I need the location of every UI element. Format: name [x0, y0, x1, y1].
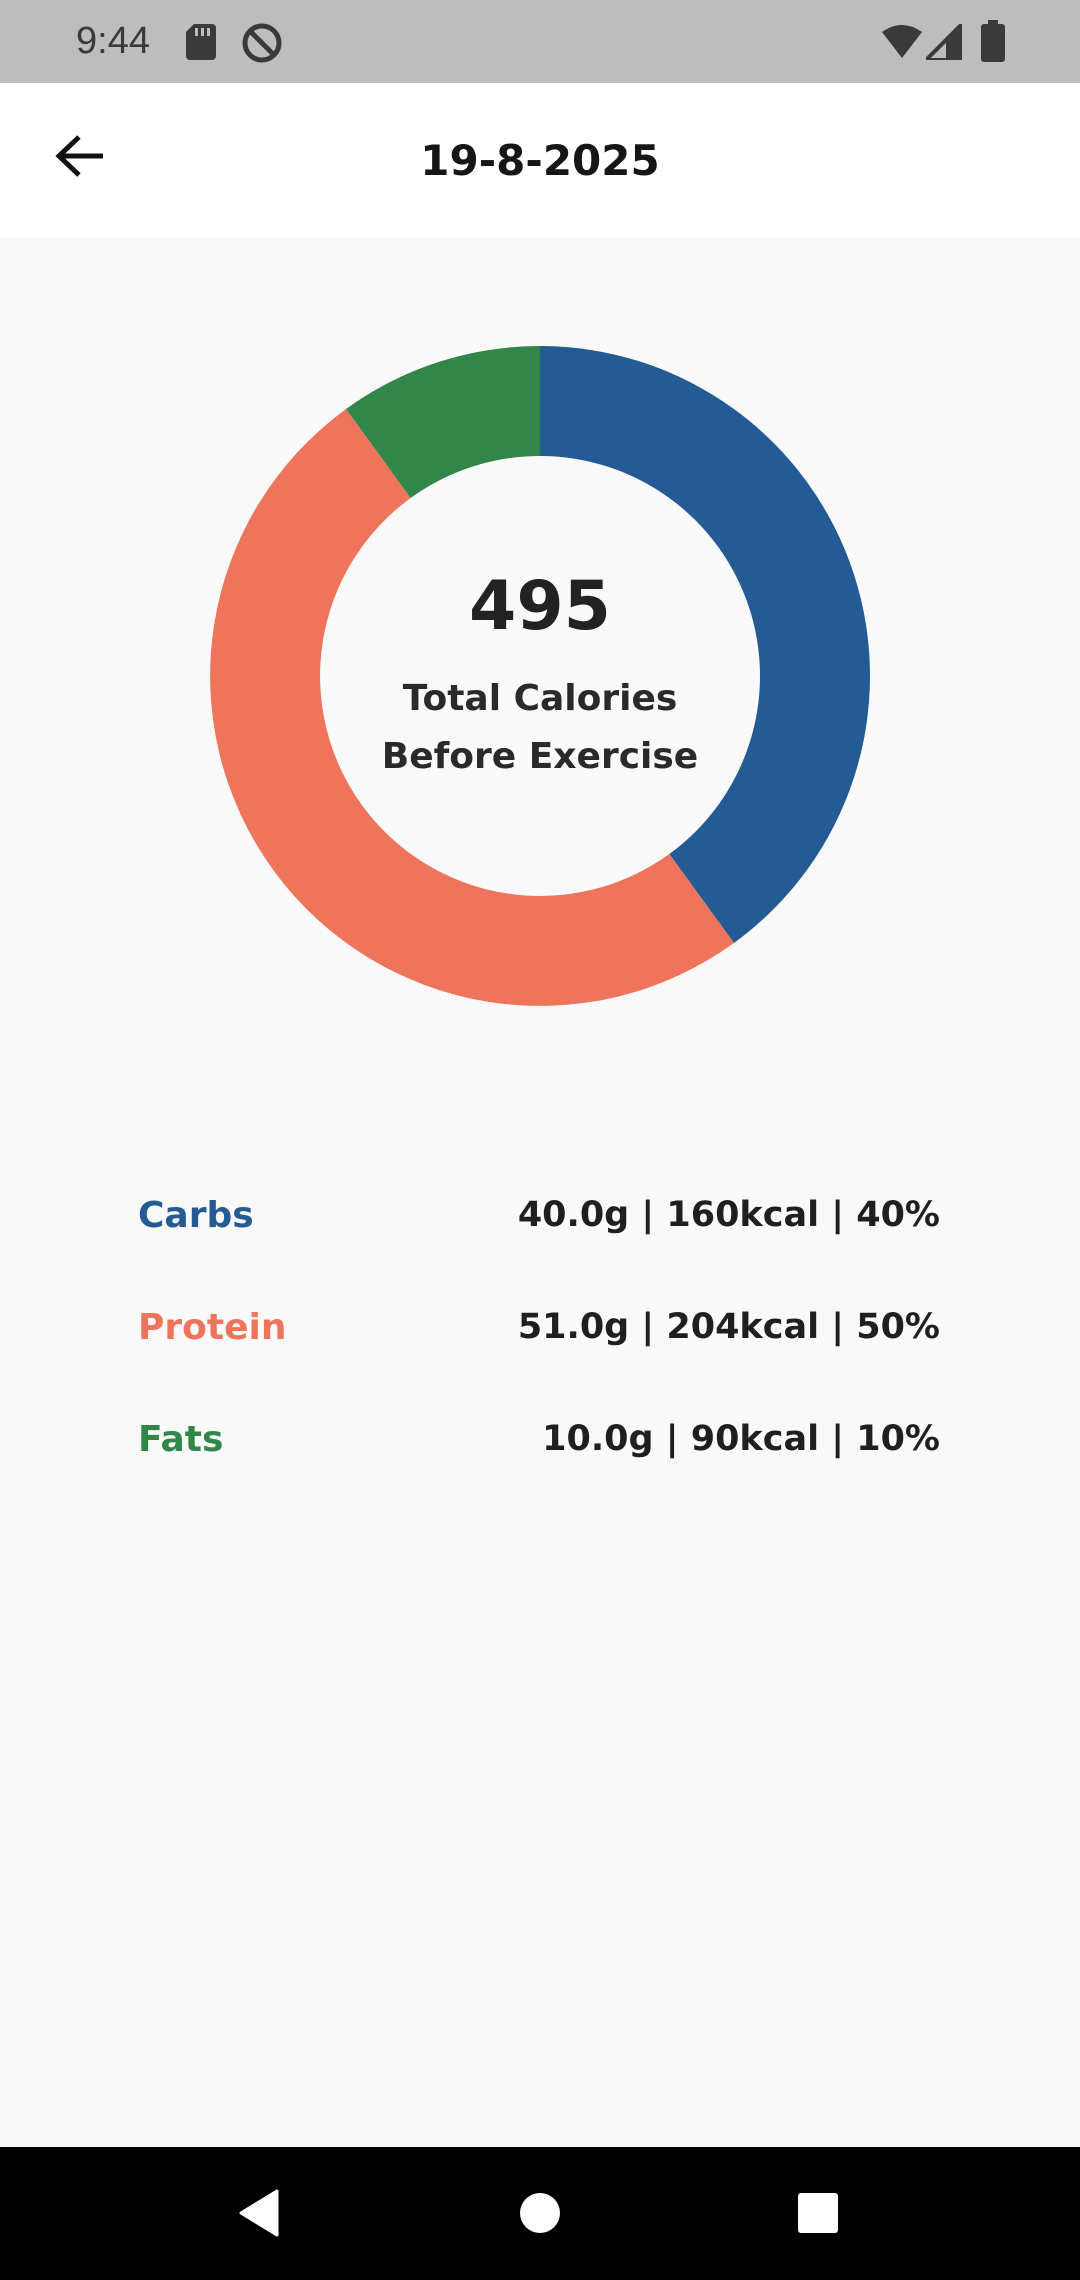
caption-line-2: Before Exercise — [381, 736, 699, 777]
macro-name-protein: Protein — [138, 1306, 287, 1348]
total-calories-value: 495 — [469, 567, 611, 646]
arrow-left-icon — [55, 135, 103, 177]
battery-icon — [981, 20, 1005, 62]
page-title: 19-8-2025 — [420, 135, 660, 185]
signal-icon — [926, 24, 962, 60]
app-bar: 19-8-2025 — [0, 83, 1080, 237]
macro-name-carbs: Carbs — [138, 1194, 254, 1236]
macro-value-carbs: 40.0g | 160kcal | 40% — [517, 1195, 940, 1235]
status-bar: 9:44 — [0, 0, 1080, 83]
macro-list: Carbs 40.0g | 160kcal | 40% Protein 51.0… — [138, 1159, 940, 1495]
recents-square-icon — [798, 2193, 838, 2233]
nav-back-button[interactable] — [209, 2167, 309, 2259]
macro-row-carbs: Carbs 40.0g | 160kcal | 40% — [138, 1159, 940, 1271]
macro-value-protein: 51.0g | 204kcal | 50% — [517, 1307, 940, 1347]
macro-row-fats: Fats 10.0g | 90kcal | 10% — [138, 1383, 940, 1495]
nav-recents-button[interactable] — [768, 2167, 868, 2259]
macro-name-fats: Fats — [138, 1418, 224, 1460]
total-calories-caption: Total Calories Before Exercise — [340, 670, 740, 786]
status-time: 9:44 — [76, 20, 150, 62]
home-circle-icon — [520, 2193, 560, 2233]
macro-row-protein: Protein 51.0g | 204kcal | 50% — [138, 1271, 940, 1383]
nav-home-button[interactable] — [490, 2167, 590, 2259]
macro-value-fats: 10.0g | 90kcal | 10% — [542, 1419, 940, 1459]
content: 495 Total Calories Before Exercise Carbs… — [0, 237, 1080, 2147]
do-not-disturb-icon — [242, 23, 282, 63]
back-triangle-icon — [239, 2189, 279, 2237]
back-button[interactable] — [40, 116, 120, 196]
sd-card-icon — [186, 24, 216, 60]
navigation-bar — [0, 2147, 1080, 2280]
wifi-icon — [882, 25, 922, 58]
caption-line-1: Total Calories — [402, 678, 678, 719]
